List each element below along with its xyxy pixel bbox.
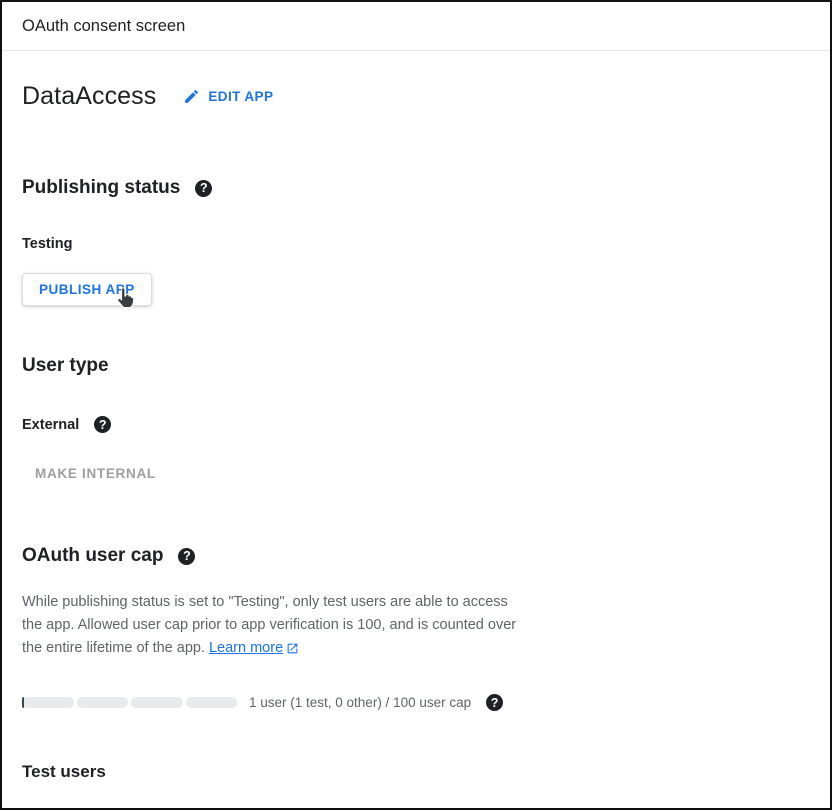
publishing-status-heading-row: Publishing status ?	[22, 177, 810, 199]
page-title: OAuth consent screen	[22, 17, 185, 35]
oauth-consent-window: OAuth consent screen DataAccess EDIT APP…	[0, 0, 832, 810]
progress-segment	[22, 697, 74, 708]
learn-more-label: Learn more	[209, 637, 283, 660]
learn-more-link[interactable]: Learn more	[209, 637, 299, 660]
progress-segment	[77, 697, 129, 708]
help-icon[interactable]: ?	[94, 416, 111, 433]
make-internal-button[interactable]: MAKE INTERNAL	[35, 466, 156, 481]
status-text: Testing	[22, 236, 72, 252]
user-type-heading-row: User type	[22, 355, 810, 377]
progress-segment	[186, 697, 238, 708]
edit-app-label: EDIT APP	[208, 89, 273, 104]
publish-app-button[interactable]: PUBLISH APP	[22, 273, 152, 306]
user-type-value-row: External ?	[22, 416, 810, 433]
help-icon[interactable]: ?	[178, 548, 195, 565]
open-in-new-icon	[286, 642, 299, 655]
page-content: DataAccess EDIT APP Publishing status ? …	[2, 82, 830, 782]
publishing-status-heading: Publishing status	[22, 177, 180, 199]
edit-app-button[interactable]: EDIT APP	[183, 88, 273, 105]
progress-segment	[131, 697, 183, 708]
pencil-icon	[183, 88, 200, 105]
test-users-heading: Test users	[22, 762, 810, 782]
user-cap-description: While publishing status is set to "Testi…	[22, 591, 810, 660]
user-type-heading: User type	[22, 355, 109, 377]
page-header: OAuth consent screen	[2, 2, 830, 51]
publishing-status-value: Testing	[22, 236, 810, 252]
description-line: the app. Allowed user cap prior to app v…	[22, 617, 516, 633]
publish-app-button-wrap: PUBLISH APP	[22, 273, 152, 306]
app-name: DataAccess	[22, 82, 156, 111]
user-cap-progress	[22, 697, 237, 708]
user-cap-usage-text: 1 user (1 test, 0 other) / 100 user cap	[249, 695, 471, 710]
user-cap-usage-row: 1 user (1 test, 0 other) / 100 user cap …	[22, 694, 810, 711]
help-icon[interactable]: ?	[195, 180, 212, 197]
user-cap-progress-fill	[22, 697, 24, 708]
description-line: While publishing status is set to "Testi…	[22, 594, 508, 610]
app-title-row: DataAccess EDIT APP	[22, 82, 810, 111]
description-line: the entire lifetime of the app.	[22, 640, 205, 656]
user-type-value: External	[22, 417, 79, 433]
user-cap-heading: OAuth user cap	[22, 545, 163, 567]
help-icon[interactable]: ?	[486, 694, 503, 711]
user-cap-heading-row: OAuth user cap ?	[22, 545, 810, 567]
